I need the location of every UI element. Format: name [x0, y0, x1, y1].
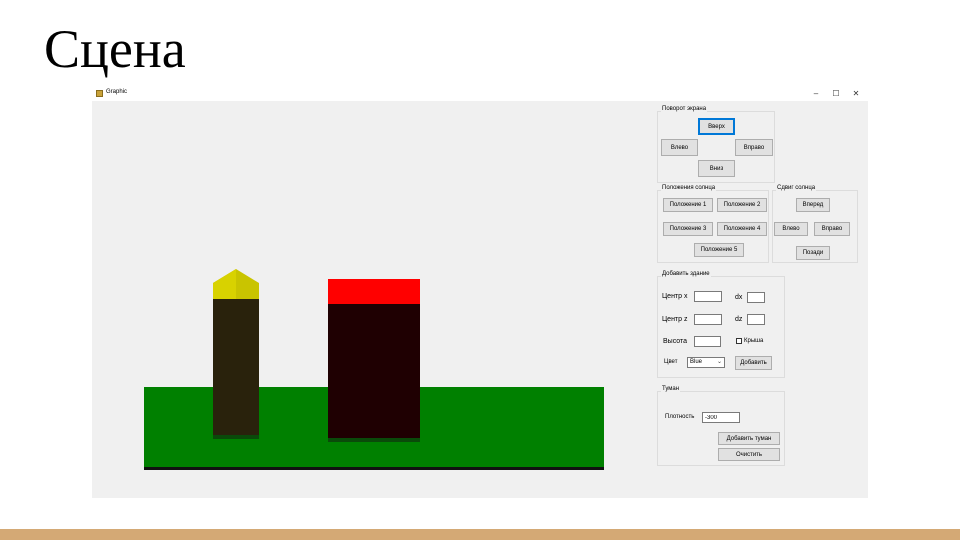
rotate-up-button[interactable]: Вверх	[698, 118, 735, 135]
dx-input[interactable]	[747, 292, 765, 303]
sun-position-2-button[interactable]: Положение 2	[717, 198, 767, 212]
minimize-button[interactable]: –	[808, 88, 824, 100]
ground-edge	[144, 467, 604, 470]
building-2-shadow	[328, 438, 420, 442]
center-z-label: Центр z	[662, 316, 688, 323]
building-1-roof-face	[213, 269, 236, 299]
add-building-group: Добавить здание Центр x dx Центр z dz Вы…	[657, 271, 785, 378]
height-label: Высота	[663, 338, 688, 345]
sun-position-group: Положения солнца Положение 1 Положение 2…	[657, 185, 769, 263]
dx-label: dx	[735, 294, 743, 301]
clear-fog-button[interactable]: Очистить	[718, 448, 780, 461]
screen-rotation-group: Поворот экрана Вверх Влево Вправо Вниз	[657, 106, 775, 183]
close-button[interactable]: ✕	[848, 88, 864, 100]
chevron-down-icon: ⌄	[716, 359, 722, 365]
fog-density-input[interactable]	[702, 412, 740, 423]
building-1-shadow	[213, 435, 259, 439]
rotate-left-button[interactable]: Влево	[661, 139, 698, 156]
rotate-right-button[interactable]: Вправо	[735, 139, 773, 156]
roof-checkbox[interactable]	[736, 338, 742, 344]
sun-position-title: Положения солнца	[661, 185, 717, 191]
center-x-label: Центр x	[662, 293, 688, 300]
building-1-body	[213, 298, 259, 437]
fog-group: Туман Плотность Добавить туман Очистить	[657, 386, 785, 466]
add-building-title: Добавить здание	[661, 271, 711, 277]
center-z-input[interactable]	[694, 314, 722, 325]
slide-title: Сцена	[44, 19, 186, 79]
dz-label: dz	[735, 316, 743, 323]
sun-position-3-button[interactable]: Положение 3	[663, 222, 713, 236]
sun-left-button[interactable]: Влево	[774, 222, 808, 236]
slide-bottom-bar	[0, 529, 960, 540]
sun-shift-group: Сдвиг солнца Вперед Влево Вправо Позади	[772, 185, 858, 263]
add-fog-button[interactable]: Добавить туман	[718, 432, 780, 445]
sun-shift-title: Сдвиг солнца	[776, 185, 817, 191]
fog-density-label: Плотность	[665, 414, 695, 420]
dz-input[interactable]	[747, 314, 765, 325]
fog-title: Туман	[661, 386, 681, 392]
sun-back-button[interactable]: Позади	[796, 246, 830, 260]
building-2-body	[328, 303, 420, 439]
sun-right-button[interactable]: Вправо	[814, 222, 850, 236]
sun-position-5-button[interactable]: Положение 5	[694, 243, 744, 257]
roof-label: Крыша	[744, 338, 764, 344]
building-2-roof	[328, 279, 420, 304]
sun-position-4-button[interactable]: Положение 4	[717, 222, 767, 236]
title-bar: Graphic – ☐ ✕	[92, 87, 868, 101]
maximize-button[interactable]: ☐	[828, 88, 844, 100]
add-building-button[interactable]: Добавить	[735, 356, 772, 370]
height-input[interactable]	[694, 336, 721, 347]
center-x-input[interactable]	[694, 291, 722, 302]
rotate-down-button[interactable]: Вниз	[698, 160, 735, 177]
screen-rotation-title: Поворот экрана	[661, 106, 708, 112]
graphic-window: Graphic – ☐ ✕ Поворот экрана Вверх Влево…	[92, 87, 868, 498]
color-label: Цвет	[664, 359, 678, 365]
color-select[interactable]: Blue ⌄	[687, 357, 725, 368]
sun-position-1-button[interactable]: Положение 1	[663, 198, 713, 212]
sun-forward-button[interactable]: Вперед	[796, 198, 830, 212]
color-select-value: Blue	[690, 359, 703, 365]
window-title: Graphic	[106, 89, 128, 95]
app-icon	[96, 90, 103, 97]
scene-viewport[interactable]	[92, 101, 652, 498]
